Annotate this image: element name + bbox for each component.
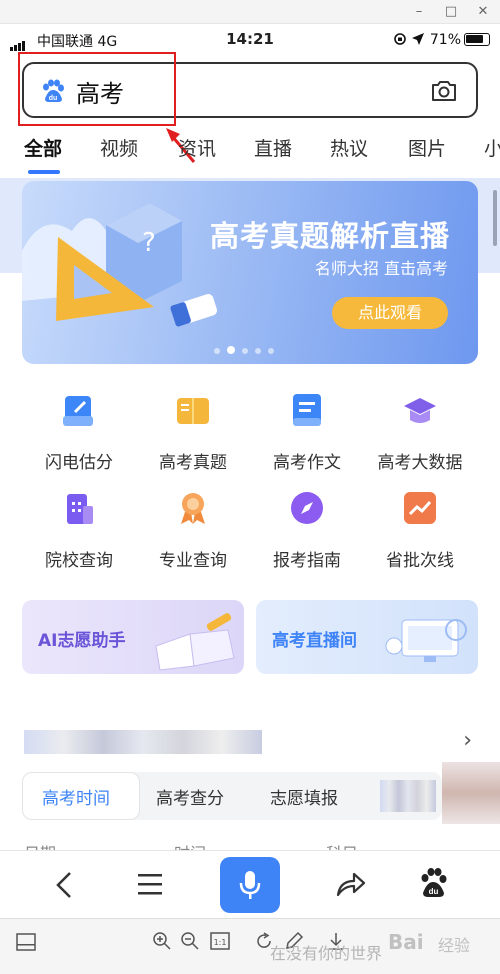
- trend-chart-icon: [404, 492, 436, 524]
- microphone-icon: [239, 871, 261, 899]
- actual-size-icon[interactable]: 1:1: [210, 931, 230, 951]
- svg-text:du: du: [429, 887, 439, 896]
- blurred-image: [442, 762, 500, 824]
- layout-icon[interactable]: [16, 933, 36, 951]
- watermark-brand: Bai: [388, 930, 424, 954]
- tab-more[interactable]: 小: [484, 134, 500, 161]
- tab-discussion[interactable]: 热议: [330, 134, 368, 161]
- close-icon[interactable]: ✕: [474, 3, 492, 21]
- medal-icon: [181, 493, 205, 524]
- grid-label: 院校查询: [45, 551, 113, 571]
- share-icon[interactable]: [334, 869, 366, 899]
- blurred-title: [24, 730, 262, 754]
- building-icon: [67, 494, 93, 524]
- grid-item-cutoff-lines[interactable]: 省批次线: [365, 490, 475, 571]
- maximize-icon[interactable]: □: [442, 3, 460, 21]
- card-label: AI志愿助手: [38, 631, 126, 651]
- watch-now-button[interactable]: 点此观看: [332, 297, 448, 329]
- battery-indicator: 71%: [393, 32, 490, 48]
- cloud-illustration: ?: [22, 203, 218, 327]
- battery-percent: 71%: [429, 32, 461, 48]
- carousel-dot[interactable]: [255, 348, 261, 354]
- grid-item-quick-score[interactable]: 闪电估分: [24, 392, 134, 473]
- status-bar: 中国联通 4G 14:21 71%: [0, 26, 500, 54]
- document-icon: [293, 394, 321, 426]
- live-room-card[interactable]: 高考直播间: [256, 600, 478, 674]
- grid-label: 高考大数据: [377, 453, 463, 473]
- compass-icon: [291, 492, 323, 524]
- carousel-dots[interactable]: [214, 339, 281, 358]
- tab-images[interactable]: 图片: [408, 134, 446, 161]
- sub-tab-exam-time[interactable]: 高考时间: [42, 784, 110, 809]
- svg-text:?: ?: [142, 228, 156, 258]
- graduation-cap-icon: [404, 398, 436, 423]
- bottom-navigation: du: [0, 850, 500, 918]
- grid-item-majors[interactable]: 专业查询: [138, 490, 248, 571]
- location-icon: [412, 33, 425, 45]
- grid-item-exam-papers[interactable]: 高考真题: [138, 392, 248, 473]
- open-book-illustration: [155, 613, 235, 671]
- window-title-bar: – □ ✕: [0, 0, 500, 24]
- tab-news[interactable]: 资讯: [178, 134, 216, 161]
- grid-label: 专业查询: [159, 551, 227, 571]
- sub-tab-application[interactable]: 志愿填报: [270, 784, 338, 809]
- monitor-illustration: [385, 619, 467, 662]
- grid-item-guide[interactable]: 报考指南: [252, 490, 362, 571]
- blurred-sub-tab: [380, 780, 436, 812]
- voice-search-button[interactable]: [220, 857, 280, 913]
- camera-icon[interactable]: [430, 78, 458, 104]
- tab-all[interactable]: 全部: [24, 134, 62, 161]
- ai-assistant-card[interactable]: AI志愿助手: [22, 600, 244, 674]
- grid-item-essay[interactable]: 高考作文: [252, 392, 362, 473]
- highlight-box: [18, 52, 176, 126]
- minimize-icon[interactable]: –: [410, 3, 428, 21]
- grid-label: 闪电估分: [45, 453, 113, 473]
- carousel-dot[interactable]: [242, 348, 248, 354]
- baidu-home-icon[interactable]: du: [418, 867, 448, 899]
- grid-item-big-data[interactable]: 高考大数据: [365, 392, 475, 473]
- grid-label: 报考指南: [273, 551, 341, 571]
- tab-live[interactable]: 直播: [254, 134, 292, 161]
- svg-text:1:1: 1:1: [214, 938, 227, 947]
- carousel-dot[interactable]: [268, 348, 274, 354]
- watermark-text: 在没有你的世界: [270, 944, 383, 963]
- zoom-in-icon[interactable]: [152, 931, 172, 951]
- banner-title: 高考真题解析直播: [209, 219, 450, 253]
- grid-label: 高考作文: [273, 453, 341, 473]
- watermark-brand-suffix: 经验: [438, 936, 471, 955]
- tab-video[interactable]: 视频: [100, 134, 138, 161]
- grid-label: 省批次线: [386, 551, 454, 571]
- sub-tab-score-check[interactable]: 高考查分: [156, 784, 224, 809]
- back-icon[interactable]: [52, 871, 76, 899]
- pencil-paper-icon: [63, 396, 93, 426]
- carousel-dot[interactable]: [214, 348, 220, 354]
- scrollbar[interactable]: [493, 190, 497, 246]
- book-icon: [177, 398, 209, 424]
- carousel-dot-active[interactable]: [227, 346, 235, 354]
- menu-icon[interactable]: [136, 871, 164, 897]
- active-tab-indicator: [28, 170, 60, 174]
- lock-rotation-icon: [394, 33, 406, 45]
- zoom-out-icon[interactable]: [180, 931, 200, 951]
- banner-subtitle: 名师大招 直击高考: [314, 259, 448, 278]
- card-label: 高考直播间: [272, 631, 357, 651]
- chevron-right-icon[interactable]: ›: [463, 728, 472, 753]
- category-tabs: 全部 视频 资讯 直播 热议 图片 小: [0, 134, 500, 174]
- battery-icon: [464, 33, 490, 46]
- viewer-toolbar: 1:1: [0, 918, 500, 974]
- grid-item-colleges[interactable]: 院校查询: [24, 490, 134, 571]
- live-banner[interactable]: ? 高考真题解析直播 名师大招 直击高考 点此观看: [22, 181, 478, 364]
- grid-label: 高考真题: [159, 453, 227, 473]
